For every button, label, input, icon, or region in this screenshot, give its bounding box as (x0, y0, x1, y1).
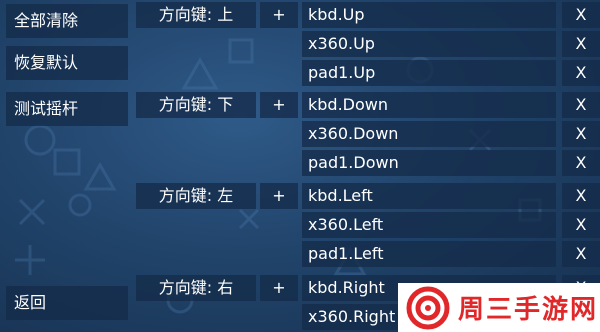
remove-binding-left-x360-button[interactable]: X (562, 212, 600, 238)
mapping-down-row-2: x360.Down X (0, 121, 600, 147)
mapping-left-row-1: 方向键: 左 + kbd.Left X (0, 183, 600, 209)
watermark-text: 周三手游网 (458, 295, 599, 325)
mapping-label-up: 方向键: 上 (136, 2, 256, 28)
add-binding-down-button[interactable]: + (260, 92, 298, 118)
remove-binding-left-kbd-button[interactable]: X (562, 183, 600, 209)
remove-binding-down-x360-button[interactable]: X (562, 121, 600, 147)
mapping-label-down: 方向键: 下 (136, 92, 256, 118)
mapping-down-row-1: 方向键: 下 + kbd.Down X (0, 92, 600, 118)
remove-binding-down-kbd-button[interactable]: X (562, 92, 600, 118)
binding-down-kbd[interactable]: kbd.Down (302, 92, 556, 118)
mapping-label-right: 方向键: 右 (136, 275, 256, 301)
binding-left-x360[interactable]: x360.Left (302, 212, 556, 238)
binding-left-kbd[interactable]: kbd.Left (302, 183, 556, 209)
remove-binding-up-kbd-button[interactable]: X (562, 2, 600, 28)
binding-left-pad1[interactable]: pad1.Left (302, 241, 556, 267)
mapping-up-row-2: x360.Up X (0, 31, 600, 57)
watermark-logo-icon (406, 286, 450, 329)
mapping-down-row-3: pad1.Down X (0, 150, 600, 176)
mapping-up-row-3: pad1.Up X (0, 60, 600, 86)
remove-binding-left-pad1-button[interactable]: X (562, 241, 600, 267)
add-binding-up-button[interactable]: + (260, 2, 298, 28)
add-binding-left-button[interactable]: + (260, 183, 298, 209)
mapping-left-row-2: x360.Left X (0, 212, 600, 238)
binding-up-kbd[interactable]: kbd.Up (302, 2, 556, 28)
remove-binding-up-pad1-button[interactable]: X (562, 60, 600, 86)
remove-binding-up-x360-button[interactable]: X (562, 31, 600, 57)
binding-up-pad1[interactable]: pad1.Up (302, 60, 556, 86)
remove-binding-down-pad1-button[interactable]: X (562, 150, 600, 176)
mapping-label-left: 方向键: 左 (136, 183, 256, 209)
binding-down-x360[interactable]: x360.Down (302, 121, 556, 147)
watermark: 周三手游网 (398, 283, 600, 332)
binding-down-pad1[interactable]: pad1.Down (302, 150, 556, 176)
add-binding-right-button[interactable]: + (260, 275, 298, 301)
mapping-left-row-3: pad1.Left X (0, 241, 600, 267)
binding-up-x360[interactable]: x360.Up (302, 31, 556, 57)
mapping-up-row-1: 方向键: 上 + kbd.Up X (0, 2, 600, 28)
